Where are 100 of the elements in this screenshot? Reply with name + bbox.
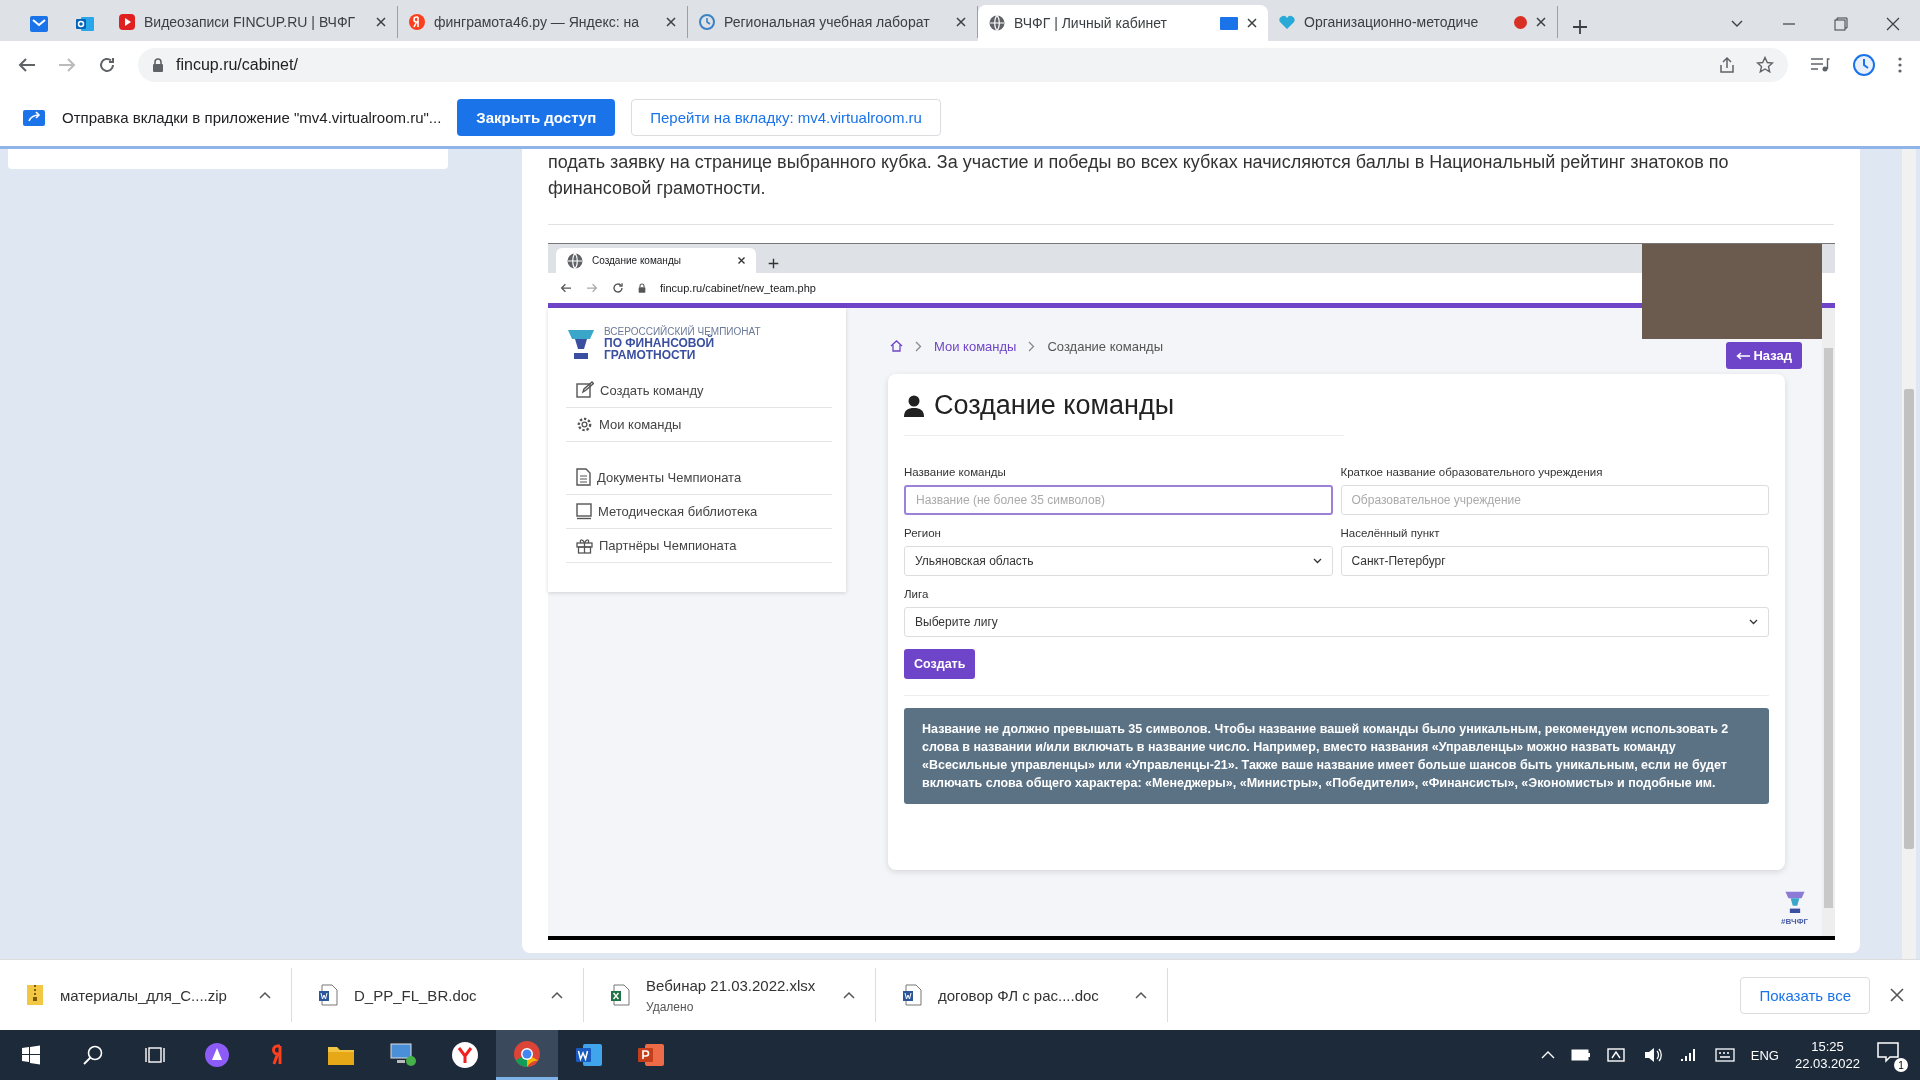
windows-icon[interactable]	[21, 1045, 41, 1065]
yandex-icon	[408, 13, 426, 31]
download-status: Удалено	[646, 999, 695, 1014]
browser-tab[interactable]: Организационно-методиче	[1268, 6, 1558, 38]
heart-icon	[1278, 14, 1296, 30]
tab-title: Видеозаписи FINCUP.RU | ВЧФГ	[144, 14, 357, 30]
caret-icon[interactable]	[843, 991, 855, 999]
select-field[interactable]: Выберите лигу	[904, 607, 1769, 637]
file-name: D_PP_FL_BR.doc	[354, 986, 478, 1004]
edit-icon	[576, 381, 594, 399]
arrow-left-icon	[1735, 352, 1750, 360]
word-icon[interactable]	[575, 1042, 603, 1068]
menu-item[interactable]: Документы Чемпионата	[566, 460, 832, 495]
close-icon[interactable]	[665, 16, 677, 28]
close-icon[interactable]	[375, 16, 387, 28]
home-icon[interactable]	[890, 340, 903, 352]
reload-icon[interactable]	[612, 282, 624, 294]
gift-icon	[576, 537, 593, 554]
tab-title: Создание команды	[592, 255, 681, 266]
browser-tab[interactable]: Видеозаписи FINCUP.RU | ВЧФГ	[108, 6, 398, 38]
share-icon[interactable]	[1718, 56, 1736, 74]
assistant-icon[interactable]	[204, 1042, 230, 1068]
profile-icon[interactable]	[1852, 53, 1876, 77]
file-name: Вебинар 21.03.2022.xlsx	[646, 976, 817, 994]
menu-item[interactable]: Создать команду	[566, 373, 832, 408]
field-label: Населённый пункт	[1340, 527, 1441, 539]
notification-count: 1	[1894, 1058, 1908, 1072]
file-name: материалы_для_С....zip	[60, 986, 228, 1004]
browser-tab[interactable]: Создание команды	[556, 248, 756, 273]
close-icon[interactable]	[737, 256, 746, 265]
media-control-icon[interactable]	[1810, 56, 1830, 74]
breadcrumb-current: Создание команды	[1047, 338, 1163, 354]
menu-item[interactable]: Методическая библиотека	[566, 495, 832, 529]
logo-text: ВСЕРОССИЙСКИЙ ЧЕМПИОНАТ	[604, 326, 761, 337]
caret-icon[interactable]	[259, 991, 271, 999]
select-field[interactable]: Ульяновская область	[904, 546, 1333, 576]
tab-title: ВЧФГ | Личный кабинет	[1014, 15, 1168, 31]
chrome-icon[interactable]	[513, 1039, 541, 1068]
back-button[interactable]: Назад	[1725, 342, 1802, 369]
close-icon[interactable]	[955, 16, 967, 28]
lock-icon	[638, 283, 646, 293]
volume-icon[interactable]	[1642, 1046, 1663, 1064]
word-file-icon	[902, 984, 922, 1006]
chevron-up-icon[interactable]	[1540, 1050, 1555, 1060]
browser-tab[interactable]: финграмота46.ру — Яндекс: на	[398, 6, 688, 38]
reload-icon[interactable]	[98, 56, 116, 74]
mail-icon	[29, 15, 49, 33]
tab-title: Организационно-методиче	[1304, 14, 1480, 30]
caret-icon[interactable]	[1135, 991, 1147, 999]
excel-file-icon	[610, 984, 630, 1006]
chevron-right-icon	[1028, 340, 1036, 352]
clock[interactable]: 15:25 22.03.2022	[1794, 1039, 1860, 1071]
browser-icon[interactable]	[451, 1041, 479, 1069]
menu-item[interactable]: Партнёры Чемпионата	[566, 529, 832, 563]
more-icon[interactable]	[1898, 57, 1902, 73]
download-item[interactable]: материалы_для_С....zip	[0, 968, 292, 1022]
computer-icon[interactable]	[389, 1042, 417, 1068]
info-notice: Название не должно превышать 35 символов. Чтобы название вашей команды было уникальным, рекомендуем использовать 2 слова в названии и/или включать в название число. Например, вместо названия «Управленцы» можно назвать команду «Всесильные управленцы» или «Управленцы-21». Также ваше название имеет больше шансов быть уникальным, если не будет включать слова общего характера: «Менеджеры», «Министры», «Победители», «Финансисты», «Экономисты» и подобные им.	[904, 708, 1769, 804]
create-button[interactable]: Создать	[904, 649, 976, 679]
search-icon[interactable]	[82, 1044, 104, 1066]
language-indicator[interactable]: ENG	[1750, 1047, 1779, 1063]
network-icon[interactable]	[1606, 1046, 1627, 1064]
envelope-icon	[75, 15, 95, 33]
new-tab-icon[interactable]	[1572, 19, 1588, 35]
chevron-down-icon	[1749, 619, 1758, 625]
lock-icon	[152, 58, 164, 72]
show-all-button[interactable]: Показать все	[1740, 976, 1870, 1014]
switch-tab-button[interactable]: Перейти на вкладку: mv4.virtualroom.ru	[631, 99, 941, 136]
logo-text: ГРАМОТНОСТИ	[604, 349, 697, 361]
logo-text: ПО ФИНАНСОВОЙ	[604, 337, 715, 349]
chevron-down-icon	[1312, 558, 1322, 564]
back-arrow-icon[interactable]	[18, 57, 36, 73]
address-text: fincup.ru/cabinet/new_team.php	[660, 282, 816, 294]
keyboard-icon[interactable]	[1714, 1047, 1735, 1063]
download-item[interactable]: Вебинар 21.03.2022.xlsx Удалено	[584, 968, 876, 1022]
browser-tab[interactable]: ВЧФГ | Личный кабинет	[978, 5, 1268, 41]
field-label: Краткое название образовательного учреждения	[1340, 466, 1604, 478]
battery-icon[interactable]	[1570, 1049, 1591, 1061]
breadcrumb-link[interactable]: Мои команды	[934, 338, 1017, 354]
hashtag-text: #ВЧФГ	[1781, 917, 1808, 926]
tab-title: финграмота46.ру — Яндекс: на	[434, 14, 641, 30]
caret-icon[interactable]	[551, 991, 563, 999]
close-icon[interactable]	[1890, 988, 1904, 1002]
download-item[interactable]: договор ФЛ с рас....doc	[876, 968, 1168, 1022]
new-tab-icon[interactable]	[768, 258, 779, 269]
address-bar[interactable]: fincup.ru/cabinet/	[138, 48, 1788, 82]
restore-icon[interactable]	[1834, 17, 1848, 31]
input-field[interactable]: Санкт-Петербург	[1340, 546, 1769, 576]
close-icon[interactable]	[1535, 16, 1547, 28]
menu-item[interactable]: Мои команды	[566, 408, 832, 442]
close-icon[interactable]	[1246, 17, 1258, 29]
paragraph: подать заявку на странице выбранного кубка. За участие и победы во всех кубках начисляются баллы в Национальный рейтинг знатоков по финансовой грамотности.	[548, 151, 1730, 200]
stop-sharing-button[interactable]: Закрыть доступ	[457, 99, 616, 136]
form-heading: Создание команды	[934, 390, 1175, 421]
back-arrow-icon[interactable]	[560, 283, 572, 293]
task-view-icon[interactable]	[144, 1045, 166, 1065]
close-icon[interactable]	[1886, 17, 1900, 31]
star-icon[interactable]	[1756, 56, 1774, 74]
powerpoint-icon[interactable]	[637, 1042, 665, 1068]
download-item[interactable]: D_PP_FL_BR.doc	[292, 968, 584, 1022]
